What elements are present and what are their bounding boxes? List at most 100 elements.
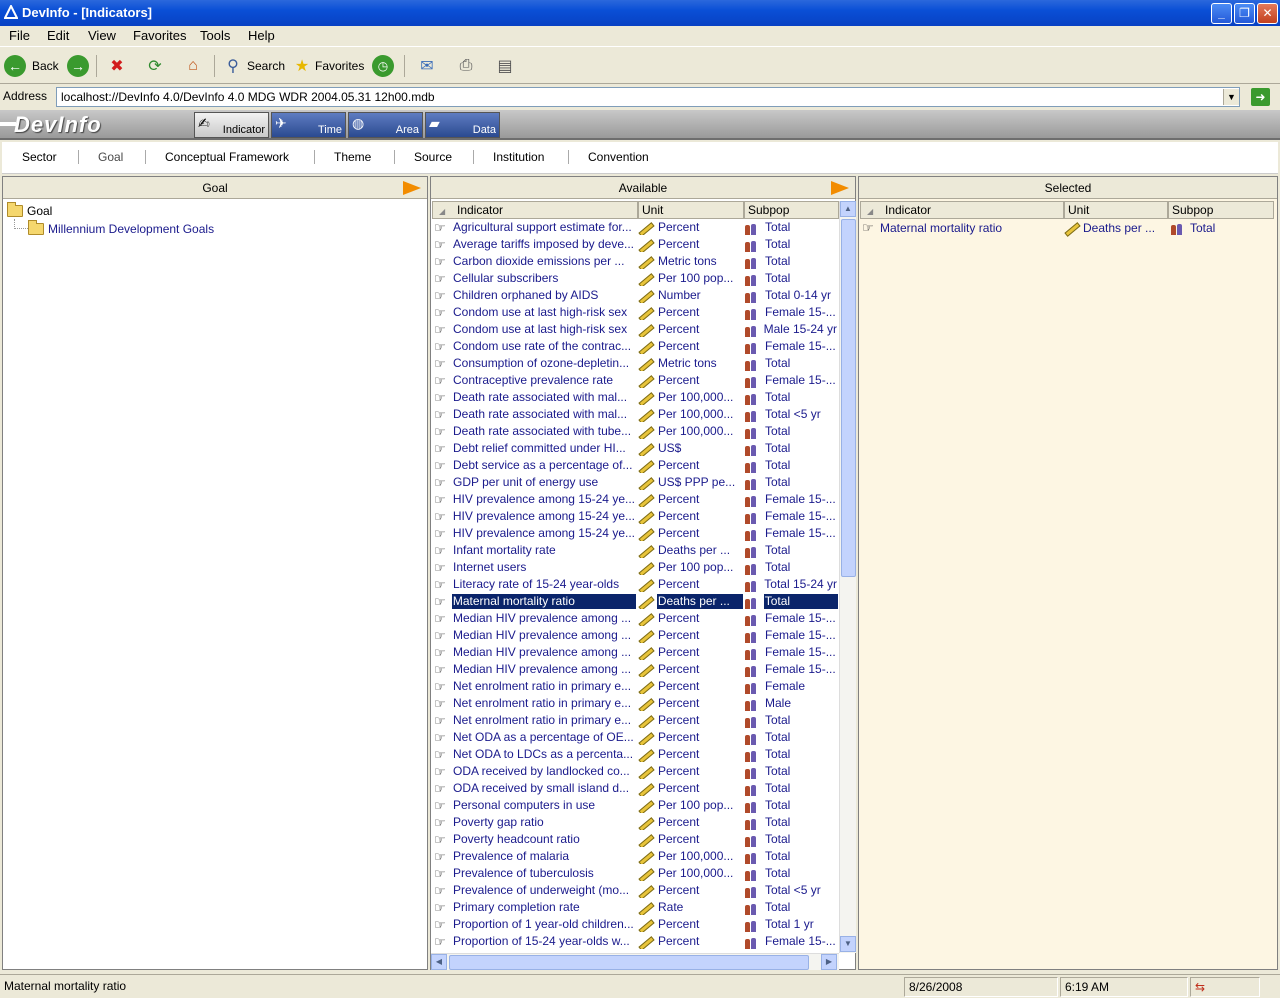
list-item[interactable]: ☞ Condom use at last high-risk sex Percent… [431,305,839,322]
tab-sector[interactable]: Sector [22,150,57,164]
tab-institution[interactable]: Institution [493,150,544,164]
list-item[interactable]: ☞ Median HIV prevalence among ... Percent F… [431,662,839,679]
scroll-right-icon[interactable]: ▶ [821,954,837,970]
list-item[interactable]: ☞ Poverty gap ratio Percent Total [431,815,839,832]
go-button[interactable]: ➜ [1251,88,1270,106]
scroll-up-icon[interactable]: ▲ [840,201,856,217]
list-item[interactable]: ☞ Net ODA to LDCs as a percenta... Percent… [431,747,839,764]
tab-area[interactable]: ◍ Area [348,112,423,138]
menu-view[interactable]: View [88,28,116,43]
tab-conceptual-framework[interactable]: Conceptual Framework [165,150,289,164]
list-item[interactable]: ☞ GDP per unit of energy use US$ PPP pe...… [431,475,839,492]
list-item[interactable]: ☞ Maternal mortality ratio Deaths per ... T… [431,594,839,611]
list-item[interactable]: ☞ Median HIV prevalence among ... Percent F… [431,611,839,628]
add-goal-arrow-icon[interactable] [403,181,421,195]
menu-file[interactable]: File [9,28,30,43]
search-button[interactable]: ⚲ Search [222,53,285,79]
list-item[interactable]: ☞ Average tariffs imposed by deve... Perce… [431,237,839,254]
list-item[interactable]: ☞ Children orphaned by AIDS Number Total 0-… [431,288,839,305]
list-item[interactable]: ☞ Median HIV prevalence among ... Percent F… [431,628,839,645]
mail-button[interactable]: ✉ [416,53,438,79]
list-item[interactable]: ☞ HIV prevalence among 15-24 ye... Percent… [431,509,839,526]
list-item[interactable]: ☞ ODA received by small island d... Percen… [431,781,839,798]
edit-button[interactable]: ▤ [494,53,516,79]
selected-column-subpop[interactable]: Subpop [1168,201,1274,219]
vertical-scrollbar[interactable]: ▲ ▼ [839,201,856,953]
list-item[interactable]: ☞ Death rate associated with mal... Per 10… [431,407,839,424]
list-item[interactable]: ☞ Cellular subscribers Per 100 pop... Total [431,271,839,288]
horizontal-scrollbar[interactable]: ◀ ▶ [431,953,839,970]
list-item[interactable]: ☞ Debt relief committed under HI... US$ Tot… [431,441,839,458]
list-item[interactable]: ☞ Personal computers in use Per 100 pop...… [431,798,839,815]
minimize-button[interactable]: _ [1211,3,1232,24]
scroll-down-icon[interactable]: ▼ [840,936,856,952]
list-item[interactable]: ☞ Proportion of 15-24 year-olds w... Perce… [431,934,839,951]
list-item[interactable]: ☞ Death rate associated with mal... Per 10… [431,390,839,407]
tree-node-goal[interactable]: Goal [7,202,52,218]
list-item[interactable]: ☞ Consumption of ozone-depletin... Metric … [431,356,839,373]
menu-help[interactable]: Help [248,28,275,43]
back-button[interactable]: ← Back [4,53,59,79]
tree-node-mdg[interactable]: Millennium Development Goals [28,220,214,236]
list-item[interactable]: ☞ Debt service as a percentage of... Perce… [431,458,839,475]
selected-column-unit[interactable]: Unit [1064,201,1168,219]
address-input[interactable]: localhost://DevInfo 4.0/DevInfo 4.0 MDG … [56,87,1240,107]
scroll-left-icon[interactable]: ◀ [431,954,447,970]
unit-name: US$ [658,441,682,455]
list-item[interactable]: ☞ Carbon dioxide emissions per ... Metric … [431,254,839,271]
favorites-button[interactable]: ★ Favorites [291,53,365,79]
chevron-down-icon[interactable]: ▼ [1223,89,1239,105]
list-item[interactable]: ☞ HIV prevalence among 15-24 ye... Percent… [431,492,839,509]
list-item[interactable]: ☞ Prevalence of tuberculosis Per 100,000..… [431,866,839,883]
restore-button[interactable]: ❐ [1234,3,1255,24]
scroll-thumb[interactable] [841,219,856,577]
column-subpop[interactable]: Subpop [744,201,839,219]
list-item[interactable]: ☞ Contraceptive prevalence rate Percent Fem… [431,373,839,390]
menu-tools[interactable]: Tools [200,28,230,43]
stop-button[interactable]: ✖ [106,53,128,79]
list-item[interactable]: ☞ Net enrolment ratio in primary e... Perc… [431,679,839,696]
list-item[interactable]: ☞ Net enrolment ratio in primary e... Perc… [431,696,839,713]
tab-theme[interactable]: Theme [334,150,371,164]
menu-edit[interactable]: Edit [47,28,69,43]
list-item[interactable]: ☞ Median HIV prevalence among ... Percent F… [431,645,839,662]
selected-row[interactable]: ☞ Maternal mortality ratio Deaths per ..… [859,221,1277,238]
list-item[interactable]: ☞ Agricultural support estimate for... Per… [431,220,839,237]
list-item[interactable]: ☞ Net ODA as a percentage of OE... Percent… [431,730,839,747]
selected-panel-header: Selected [859,177,1277,199]
tab-goal[interactable]: Goal [98,150,123,164]
selected-column-indicator[interactable]: ◢ Indicator [860,201,1064,219]
list-item[interactable]: ☞ Net enrolment ratio in primary e... Perc… [431,713,839,730]
history-button[interactable]: ◷ [372,53,394,79]
home-button[interactable]: ⌂ [182,53,204,79]
list-item[interactable]: ☞ Condom use rate of the contrac... Percen… [431,339,839,356]
refresh-button[interactable]: ⟳ [144,53,166,79]
menu-favorites[interactable]: Favorites [133,28,186,43]
list-item[interactable]: ☞ Condom use at last high-risk sex Percent… [431,322,839,339]
list-item[interactable]: ☞ Primary completion rate Rate Total [431,900,839,917]
list-item[interactable]: ☞ Infant mortality rate Deaths per ... Tota… [431,543,839,560]
column-indicator[interactable]: ◢ Indicator [432,201,638,219]
list-item[interactable]: ☞ ODA received by landlocked co... Percent… [431,764,839,781]
forward-button[interactable]: → [67,53,89,79]
tab-indicator[interactable]: ✍ Indicator [194,112,269,138]
tab-data[interactable]: ▰ Data [425,112,500,138]
list-item[interactable]: ☞ Prevalence of malaria Per 100,000... Tota… [431,849,839,866]
tab-time[interactable]: ✈ Time [271,112,346,138]
list-item[interactable]: ☞ Internet users Per 100 pop... Total [431,560,839,577]
column-unit[interactable]: Unit [638,201,744,219]
list-item[interactable]: ☞ Death rate associated with tube... Per 1… [431,424,839,441]
ruler-icon [637,391,653,405]
list-item[interactable]: ☞ Proportion of 1 year-old children... Per… [431,917,839,934]
list-item[interactable]: ☞ Prevalence of underweight (mo... Percent… [431,883,839,900]
print-button[interactable]: ⎙ [455,53,477,79]
hscroll-thumb[interactable] [449,955,809,970]
close-button[interactable]: ✕ [1257,3,1278,24]
tab-convention[interactable]: Convention [588,150,649,164]
tab-source[interactable]: Source [414,150,452,164]
list-item[interactable]: ☞ Poverty headcount ratio Percent Total [431,832,839,849]
list-item[interactable]: ☞ Literacy rate of 15-24 year-olds Percent… [431,577,839,594]
add-selected-arrow-icon[interactable] [831,181,849,195]
hand-pointer-icon: ☞ [434,798,446,813]
list-item[interactable]: ☞ HIV prevalence among 15-24 ye... Percent… [431,526,839,543]
